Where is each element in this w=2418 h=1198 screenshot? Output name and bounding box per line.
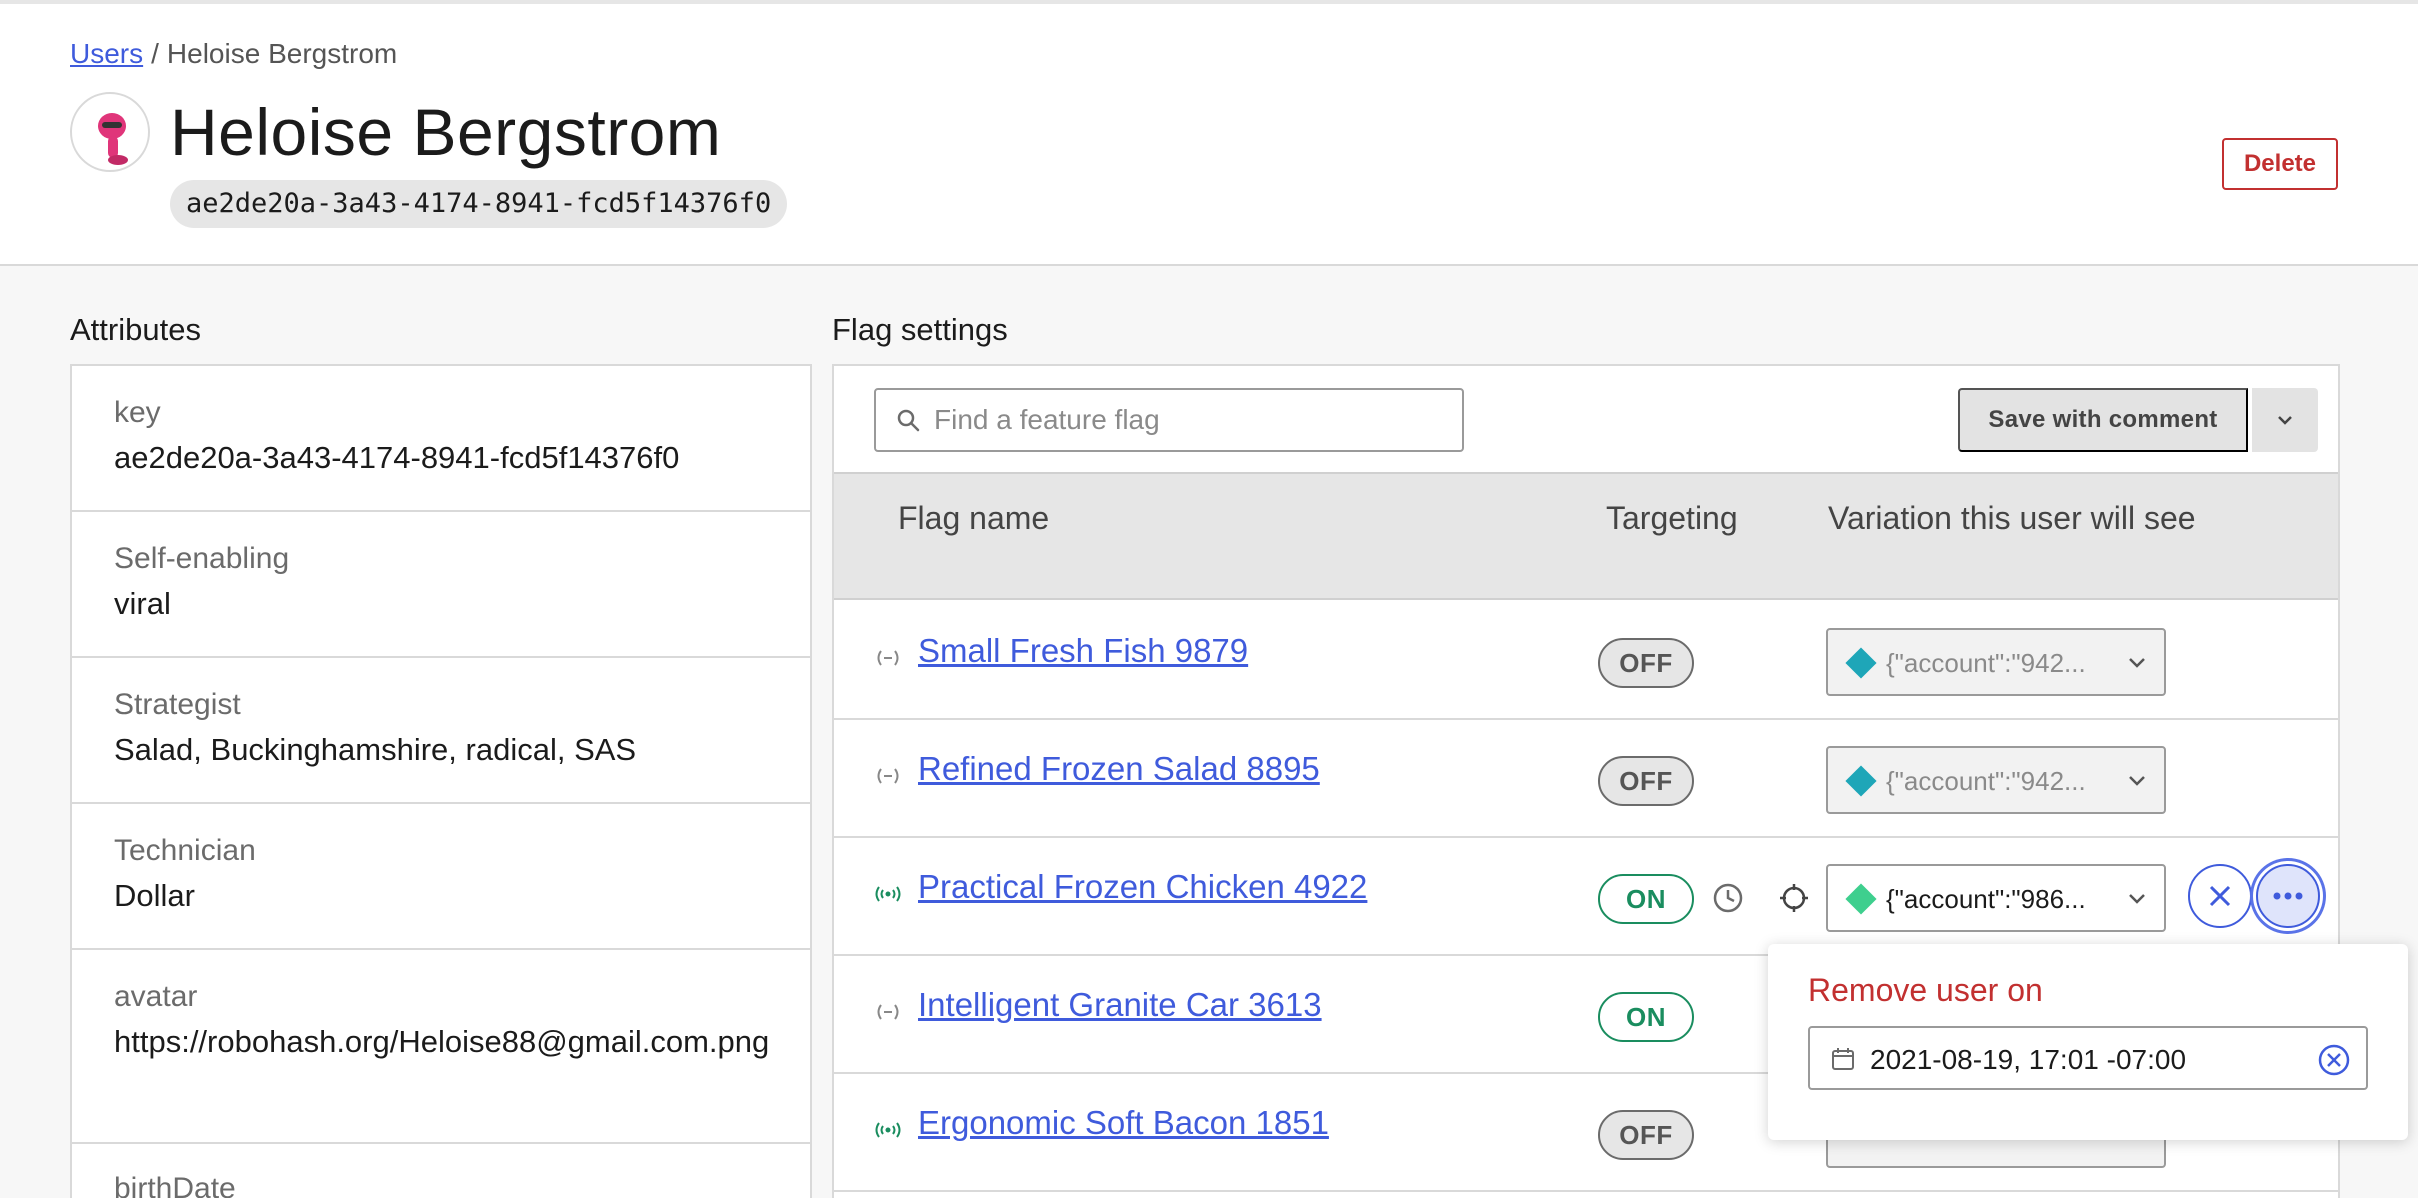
flag-link[interactable]: Intelligent Granite Car 3613 — [918, 986, 1322, 1024]
flag-link[interactable]: Practical Frozen Chicken 4922 — [918, 868, 1367, 906]
variation-value: {"account":"942... — [1886, 766, 2086, 796]
breadcrumb-users-link[interactable]: Users — [70, 38, 143, 69]
attribute-value: https://robohash.org/Heloise88@gmail.com… — [114, 1024, 770, 1059]
attribute-value: Salad, Buckinghamshire, radical, SAS — [114, 732, 637, 767]
variation-color-icon — [1845, 883, 1877, 915]
targeting-status-badge: ON — [1598, 992, 1694, 1042]
more-options-button[interactable] — [2256, 864, 2320, 928]
attribute-name: birthDate — [114, 1172, 236, 1198]
attributes-panel: key ae2de20a-3a43-4174-8941-fcd5f14376f0… — [70, 364, 812, 1198]
clear-date-icon[interactable] — [2316, 1042, 2352, 1078]
close-icon — [2209, 885, 2231, 907]
flag-link[interactable]: Small Fresh Fish 9879 — [918, 632, 1248, 670]
remove-date-field[interactable]: 2021-08-19, 17:01 -07:00 — [1808, 1026, 2368, 1090]
flag-row: Practical Frozen Chicken 4922 ON {"accou… — [834, 838, 2338, 956]
variation-color-icon — [1845, 765, 1877, 797]
calendar-icon — [1832, 1048, 1854, 1070]
live-icon — [875, 886, 901, 902]
attribute-row: Strategist Salad, Buckinghamshire, radic… — [72, 658, 810, 804]
attribute-name: avatar — [114, 980, 198, 1013]
page-header: Users / Heloise Bergstrom Heloise Bergstro… — [0, 4, 2418, 266]
delete-button[interactable]: Delete — [2222, 138, 2338, 190]
save-with-comment-button[interactable]: Save with comment — [1958, 388, 2248, 452]
flag-table-header: Flag name Targeting Variation this user … — [834, 472, 2338, 600]
attribute-name: Strategist — [114, 688, 241, 721]
variation-select[interactable]: {"account":"942... — [1826, 628, 2166, 696]
attribute-name: Technician — [114, 834, 256, 867]
inactive-icon — [877, 1004, 899, 1020]
popover-title: Remove user on — [1808, 972, 2043, 1008]
flag-row: Small Fresh Fish 9879 OFF {"account":"94… — [834, 602, 2338, 720]
breadcrumb: Users / Heloise Bergstrom — [70, 38, 397, 70]
remove-user-popover: Remove user on 2021-08-19, 17:01 -07:00 — [1768, 944, 2408, 1140]
attribute-row: Self-enabling viral — [72, 512, 810, 658]
user-key-badge: ae2de20a-3a43-4174-8941-fcd5f14376f0 — [170, 180, 788, 228]
attribute-row: Technician Dollar — [72, 804, 810, 950]
save-options-dropdown[interactable] — [2252, 388, 2318, 452]
flag-search — [874, 388, 1464, 452]
ellipsis-icon — [2273, 892, 2303, 900]
remove-date-value: 2021-08-19, 17:01 -07:00 — [1870, 1044, 2187, 1075]
live-icon — [875, 1122, 901, 1138]
inactive-icon — [877, 650, 899, 666]
targeting-status-badge: OFF — [1598, 756, 1694, 806]
attribute-name: Self-enabling — [114, 542, 290, 575]
inactive-icon — [877, 768, 899, 784]
variation-value: {"account":"942... — [1886, 648, 2086, 678]
avatar — [70, 92, 150, 172]
remove-targeting-button[interactable] — [2188, 864, 2252, 928]
clock-icon[interactable] — [1712, 882, 1744, 914]
chevron-down-icon — [2278, 416, 2292, 425]
chevron-down-icon — [2129, 776, 2145, 786]
attribute-value: viral — [114, 586, 171, 621]
targeting-status-badge: OFF — [1598, 638, 1694, 688]
page-title: Heloise Bergstrom — [170, 95, 722, 169]
column-variation: Variation this user will see — [1828, 500, 2196, 536]
targeting-status-badge: OFF — [1598, 1110, 1694, 1160]
variation-value: {"account":"986... — [1886, 884, 2086, 914]
breadcrumb-separator: / — [151, 38, 159, 69]
flag-row: Refined Frozen Salad 8895 OFF {"account"… — [834, 720, 2338, 838]
attribute-name: key — [114, 396, 161, 429]
target-icon[interactable] — [1778, 882, 1810, 914]
attribute-value: Dollar — [114, 878, 195, 913]
attribute-row: avatar https://robohash.org/Heloise88@gm… — [72, 950, 810, 1144]
breadcrumb-current: Heloise Bergstrom — [166, 38, 398, 69]
column-flag-name: Flag name — [898, 500, 1050, 536]
attributes-title: Attributes — [70, 312, 201, 347]
search-icon — [897, 409, 920, 432]
flag-search-input[interactable] — [934, 400, 1434, 440]
chevron-down-icon — [2129, 658, 2145, 668]
flag-link[interactable]: Refined Frozen Salad 8895 — [918, 750, 1320, 788]
variation-select[interactable]: {"account":"986... — [1826, 864, 2166, 932]
attribute-row: key ae2de20a-3a43-4174-8941-fcd5f14376f0 — [72, 366, 810, 512]
variation-select[interactable]: {"account":"942... — [1826, 746, 2166, 814]
flag-link[interactable]: Ergonomic Soft Bacon 1851 — [918, 1104, 1329, 1142]
attribute-value: ae2de20a-3a43-4174-8941-fcd5f14376f0 — [114, 440, 680, 475]
chevron-down-icon — [2129, 894, 2145, 904]
targeting-status-badge: ON — [1598, 874, 1694, 924]
column-targeting: Targeting — [1606, 500, 1738, 536]
attribute-row: birthDate — [72, 1144, 810, 1198]
robot-avatar-icon — [98, 113, 128, 165]
flag-settings-title: Flag settings — [832, 312, 1008, 347]
variation-color-icon — [1845, 647, 1877, 679]
